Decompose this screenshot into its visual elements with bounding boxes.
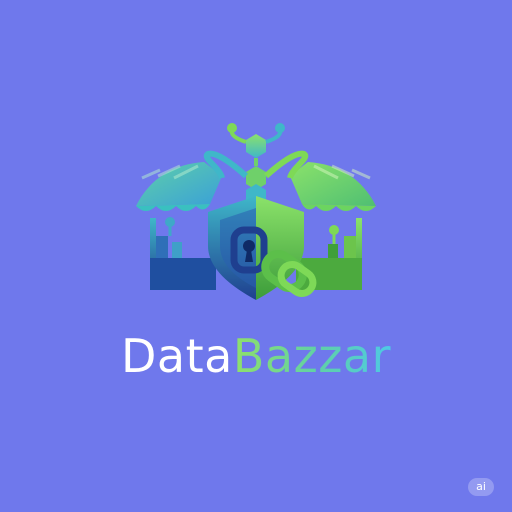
ai-badge: ai — [468, 478, 494, 496]
brand-name-part1: Data — [121, 329, 233, 383]
logo-mark — [136, 123, 376, 300]
brand-wordmark: DataBazzar — [0, 328, 512, 384]
brand-name-part2: Bazzar — [232, 329, 391, 383]
blockchain-cube-icon — [203, 123, 309, 208]
